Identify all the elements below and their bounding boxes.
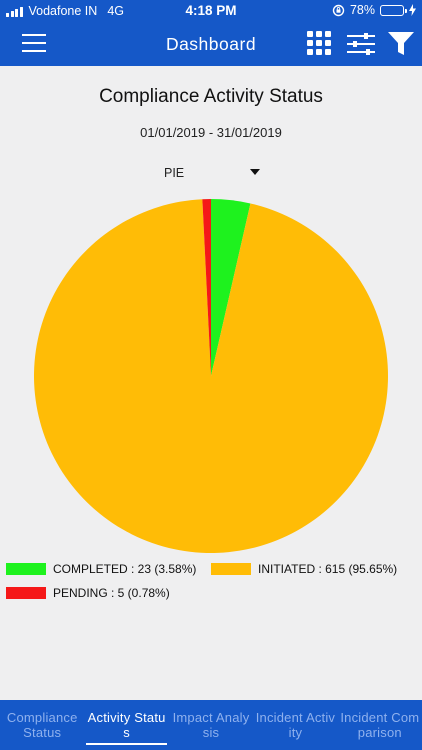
tab-label: Activity Status [87, 710, 166, 740]
tab-incident-comparison[interactable]: Incident Comparison [338, 700, 422, 750]
tab-label: Incident Comparison [340, 710, 420, 740]
status-bar: Vodafone IN 4G 4:18 PM 78% [0, 0, 422, 22]
battery-icon [380, 4, 407, 16]
tab-label: Compliance Status [6, 710, 78, 740]
legend-item-initiated: INITIATED : 615 (95.65%) [211, 562, 397, 576]
battery-percent: 78% [349, 3, 375, 17]
tab-compliance-status[interactable]: Compliance Status [0, 700, 84, 750]
tab-impact-analysis[interactable]: Impact Analysis [169, 700, 253, 750]
grid-icon[interactable] [307, 31, 331, 55]
sliders-icon[interactable] [346, 31, 376, 57]
legend-swatch [211, 563, 251, 575]
filter-icon[interactable] [387, 31, 415, 57]
tab-label: Incident Activity [255, 710, 336, 740]
legend-item-pending: PENDING : 5 (0.78%) [6, 586, 170, 600]
legend-label: INITIATED : 615 (95.65%) [258, 562, 398, 576]
legend-label: PENDING : 5 (0.78%) [53, 586, 170, 600]
legend-swatch [6, 563, 46, 575]
tab-incident-activity[interactable]: Incident Activity [253, 700, 337, 750]
legend-swatch [6, 587, 46, 599]
tab-label: Impact Analysis [172, 710, 250, 740]
status-right: 78% [332, 3, 416, 17]
pie-chart [34, 199, 389, 553]
rotation-lock-icon [332, 4, 345, 16]
tab-activity-status[interactable]: Activity Status [84, 700, 168, 750]
app-bar: Dashboard [0, 22, 422, 66]
date-range[interactable]: 01/01/2019 - 31/01/2019 [0, 125, 422, 140]
charging-bolt-icon [409, 4, 416, 16]
chart-type-dropdown[interactable]: PIE [160, 164, 268, 184]
legend-label: COMPLETED : 23 (3.58%) [53, 562, 197, 576]
legend-item-completed: COMPLETED : 23 (3.58%) [6, 562, 196, 576]
bottom-tab-bar: Compliance Status Activity Status Impact… [0, 700, 422, 750]
chevron-down-icon [250, 169, 260, 175]
chart-type-value: PIE [164, 166, 185, 180]
chart-title: Compliance Activity Status [99, 86, 323, 107]
